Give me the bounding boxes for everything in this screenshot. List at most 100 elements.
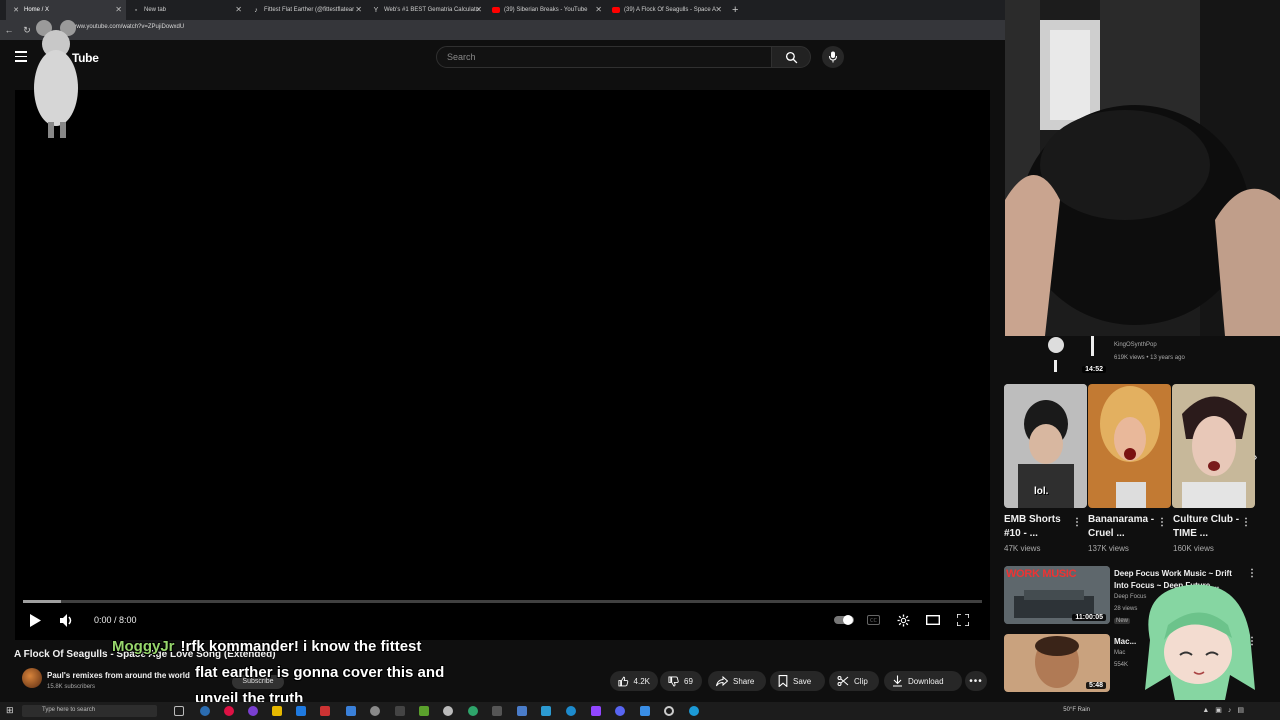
more-vertical-icon[interactable]: ⋮ [1157, 517, 1167, 528]
short-thumbnail[interactable] [1172, 384, 1255, 508]
search-icon [785, 51, 797, 63]
app-icon[interactable] [320, 706, 330, 716]
app-icon[interactable] [468, 706, 478, 716]
app-icon[interactable] [492, 706, 502, 716]
taskbar-search-placeholder: Type here to search [42, 707, 96, 713]
rec-thumbnail[interactable]: WORK MUSIC 11:00:05 [1004, 566, 1110, 624]
file-explorer-icon[interactable] [272, 706, 282, 716]
youtube-icon [612, 7, 620, 13]
twitch-icon[interactable] [591, 706, 601, 716]
windows-start-icon[interactable]: ⊞ [6, 705, 14, 716]
app-icon[interactable] [566, 706, 576, 716]
short-title[interactable]: Bananarama - Cruel ... [1088, 513, 1158, 541]
video-duration: 14:52 [1082, 366, 1106, 373]
search-input[interactable]: Search [436, 46, 772, 68]
settings-button[interactable] [895, 610, 911, 630]
taskbar-search-input[interactable]: Type here to search [22, 705, 157, 717]
clip-button[interactable]: Clip [829, 671, 879, 691]
app-icon[interactable] [640, 706, 650, 716]
tab-label: Fittest Flat Earther (@fittestflatear [264, 7, 355, 13]
close-icon[interactable]: ✕ [115, 5, 122, 15]
windows-taskbar: ⊞ Type here to search 50°F Rain ▲▣♪▤ [0, 702, 1280, 720]
tab-fittest-flat-earther[interactable]: ♪ Fittest Flat Earther (@fittestflatear … [246, 0, 366, 20]
dislike-button[interactable]: 69 [660, 671, 702, 691]
more-vertical-icon[interactable]: ⋮ [1241, 517, 1251, 528]
tab-label: (39) A Flock Of Seagulls - Space A [624, 7, 717, 13]
autoplay-toggle[interactable] [833, 610, 855, 630]
app-icon[interactable] [370, 706, 380, 716]
gear-icon [897, 614, 909, 626]
tab-flock-of-seagulls[interactable]: (39) A Flock Of Seagulls - Space A ✕ [606, 0, 726, 20]
discord-icon[interactable] [615, 706, 625, 716]
back-arrow-icon[interactable]: ← [0, 25, 18, 35]
close-icon[interactable]: ✕ [355, 5, 362, 15]
fullscreen-icon [957, 614, 969, 626]
x-logo-icon: ✕ [13, 7, 19, 14]
rec-channel[interactable]: Mac [1114, 650, 1125, 656]
weather-status[interactable]: 50°F Rain [1063, 707, 1090, 713]
tab-home-x[interactable]: ✕ Home / X ✕ [6, 0, 126, 20]
tab-new-tab[interactable]: ▫ New tab ✕ [126, 0, 246, 20]
app-icon[interactable] [541, 706, 551, 716]
more-vertical-icon[interactable]: ⋮ [1247, 568, 1257, 579]
theater-mode-button[interactable] [925, 610, 941, 630]
short-views: 137K views [1088, 544, 1129, 553]
task-view-icon[interactable] [174, 706, 184, 716]
chrome-icon[interactable] [224, 706, 234, 716]
short-title[interactable]: Culture Club - TIME ... [1173, 513, 1243, 541]
short-title[interactable]: EMB Shorts #10 - ... [1004, 513, 1074, 541]
edge-icon[interactable] [296, 706, 306, 716]
progress-loaded [23, 600, 62, 603]
more-actions-button[interactable]: ••• [965, 671, 987, 691]
captions-button[interactable]: CC [865, 610, 881, 630]
webcam-image [1005, 0, 1280, 336]
microphone-icon [829, 51, 837, 63]
short-thumbnail[interactable]: lol. [1004, 384, 1087, 508]
system-tray-icons[interactable]: ▲▣♪▤ [1202, 706, 1250, 714]
tab-gematria[interactable]: Y Web's #1 BEST Gematria Calculato ✕ [366, 0, 486, 20]
app-icon[interactable] [419, 706, 429, 716]
download-button[interactable]: Download [884, 671, 962, 691]
chevron-right-icon[interactable]: › [1254, 452, 1257, 463]
voice-search-button[interactable] [822, 46, 844, 68]
close-icon[interactable]: ✕ [715, 5, 722, 15]
app-icon[interactable] [395, 706, 405, 716]
close-icon[interactable]: ✕ [235, 5, 242, 15]
avatar[interactable] [22, 668, 42, 688]
search-button[interactable] [771, 46, 811, 68]
rec-thumbnail-text: WORK MUSIC [1006, 568, 1077, 580]
like-button[interactable]: 4.2K [610, 671, 658, 691]
menu-icon[interactable] [15, 51, 27, 62]
short-overlay-text: lol. [1034, 486, 1049, 497]
app-icon[interactable] [248, 706, 258, 716]
share-button[interactable]: Share [708, 671, 766, 691]
dislike-count: 69 [684, 676, 693, 686]
close-icon[interactable]: ✕ [475, 5, 482, 15]
app-icon[interactable] [200, 706, 210, 716]
newtab-icon: ▫ [134, 6, 138, 14]
more-vertical-icon[interactable]: ⋮ [1072, 517, 1082, 528]
new-tab-button[interactable]: + [726, 4, 744, 16]
app-icon[interactable] [443, 706, 453, 716]
url-field[interactable]: www.youtube.com/watch?v=ZPujiDowxdU [72, 24, 184, 30]
rec-channel[interactable]: KingOSynthPop [1114, 342, 1157, 348]
svg-text:CC: CC [870, 618, 877, 624]
progress-bar[interactable] [23, 600, 982, 603]
app-icon[interactable] [689, 706, 699, 716]
rec-thumbnail[interactable]: 5:48 [1004, 634, 1110, 692]
close-icon[interactable]: ✕ [595, 5, 602, 15]
tab-label: Web's #1 BEST Gematria Calculato [384, 7, 479, 13]
tab-siberian-breaks[interactable]: (39) Siberian Breaks - YouTube ✕ [486, 0, 606, 20]
autoplay-toggle-icon [834, 615, 854, 625]
short-thumbnail[interactable] [1088, 384, 1171, 508]
play-button[interactable] [25, 610, 45, 630]
obs-icon[interactable] [664, 706, 674, 716]
rec-thumbnail[interactable]: 14:52 [1004, 336, 1110, 376]
video-player[interactable]: 0:00 / 8:00 CC [15, 90, 990, 640]
app-icon[interactable] [346, 706, 356, 716]
app-icon[interactable] [517, 706, 527, 716]
save-button[interactable]: Save [770, 671, 825, 691]
volume-button[interactable] [56, 610, 76, 630]
more-horizontal-icon: ••• [969, 675, 983, 687]
fullscreen-button[interactable] [955, 610, 971, 630]
